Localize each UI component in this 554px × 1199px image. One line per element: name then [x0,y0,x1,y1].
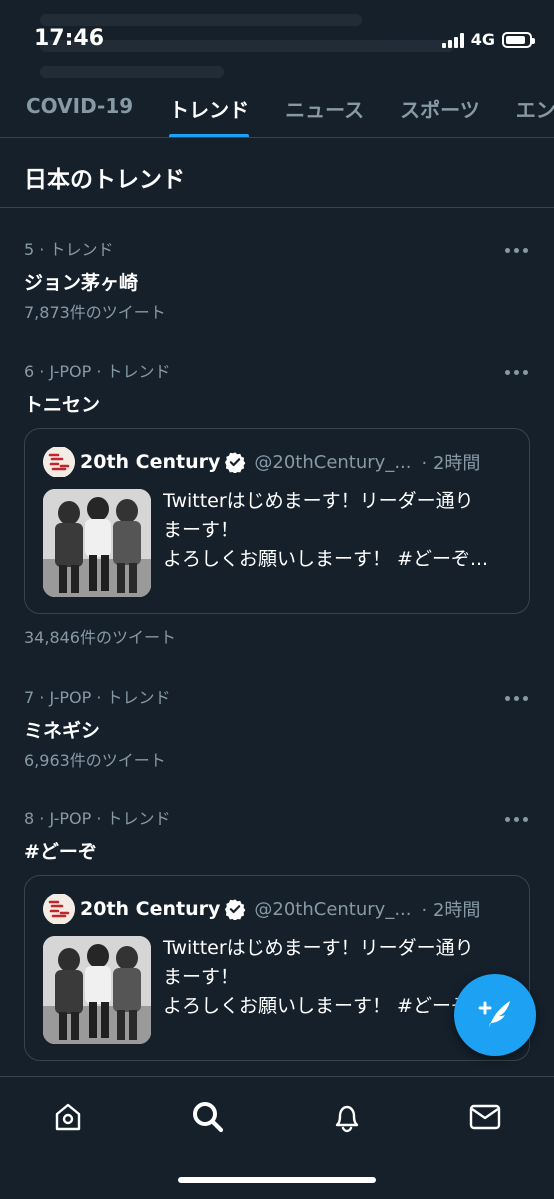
status-time: 17:46 [34,26,105,51]
home-indicator [178,1177,376,1183]
trend-item[interactable]: 5 · トレンド ジョン茅ヶ崎 7,873件のツイート [0,238,554,325]
trend-tweet-count: 7,873件のツイート [24,303,166,322]
section-title: 日本のトレンド [0,138,554,208]
trend-item[interactable]: 6 · J-POP · トレンド トニセン [0,360,554,419]
tweet-author-name: 20th Century [80,451,221,473]
tweet-author-name: 20th Century [80,898,221,920]
trend-tweet-count: 34,846件のツイート [24,628,176,647]
notifications-bell-icon [331,1100,363,1134]
home-icon [52,1101,84,1133]
tweet-time: · 2時間 [421,453,481,474]
explore-tabs: COVID-19 トレンド ニュース スポーツ エン [0,80,554,138]
trend-tweet-count-row: 34,846件のツイート [0,626,554,650]
more-options-icon[interactable] [505,807,528,831]
trend-meta: 6 · J-POP · トレンド [24,362,171,381]
status-indicators: 4G [441,30,535,49]
tweet-text: Twitterはじめまーす！リーダー通り まーす！ よろしくお願いしまーす！ #… [163,490,489,570]
tweet-photo-thumbnail[interactable] [43,489,151,597]
tweet-card[interactable]: 20th Century @20thCentury_... · 2時間 Twit… [24,875,530,1061]
tab-news[interactable]: ニュース [267,80,382,137]
nav-home-button[interactable] [48,1097,88,1137]
verified-badge-icon [224,898,246,920]
verified-badge-icon [224,451,246,473]
trend-name: ミネギシ [24,720,101,742]
status-bar: 17:46 4G [0,0,554,80]
messages-mail-icon [468,1102,502,1132]
more-options-icon[interactable] [505,686,528,710]
network-type: 4G [470,30,495,49]
signal-icon [441,32,464,48]
trend-item[interactable]: 8 · J-POP · トレンド #どーぞ [0,807,554,866]
nav-messages-button[interactable] [465,1097,505,1137]
nav-search-button[interactable] [188,1097,228,1137]
tweet-card-header: 20th Century @20thCentury_... · 2時間 [43,447,511,477]
trend-tweet-count: 6,963件のツイート [24,751,166,770]
tweet-author-handle: @20thCentury_... [254,898,412,920]
trend-name: ジョン茅ヶ崎 [24,272,139,294]
tab-entertainment[interactable]: エン [498,80,554,137]
trend-name: #どーぞ [24,841,97,863]
trend-item[interactable]: 7 · J-POP · トレンド ミネギシ 6,963件のツイート [0,686,554,773]
trend-name: トニセン [24,394,101,416]
tab-covid-19[interactable]: COVID-19 [0,80,151,137]
more-options-icon[interactable] [505,360,528,384]
trend-meta: 7 · J-POP · トレンド [24,688,171,707]
tweet-time: · 2時間 [421,900,481,921]
battery-icon [502,31,535,48]
nav-notifications-button[interactable] [327,1097,367,1137]
tab-trends[interactable]: トレンド [151,80,267,137]
search-icon [191,1100,225,1134]
trend-meta: 5 · トレンド [24,240,114,259]
trend-meta: 8 · J-POP · トレンド [24,809,171,828]
tweet-card-header: 20th Century @20thCentury_... · 2時間 [43,894,511,924]
tweet-author-handle: @20thCentury_... [254,451,412,473]
tweet-card[interactable]: 20th Century @20thCentury_... · 2時間 Twit… [24,428,530,614]
compose-tweet-icon [476,996,514,1034]
compose-tweet-button[interactable] [454,974,536,1056]
more-options-icon[interactable] [505,238,528,262]
avatar[interactable] [43,894,75,924]
tweet-photo-thumbnail[interactable] [43,936,151,1044]
avatar[interactable] [43,447,75,477]
tab-sports[interactable]: スポーツ [382,80,498,137]
